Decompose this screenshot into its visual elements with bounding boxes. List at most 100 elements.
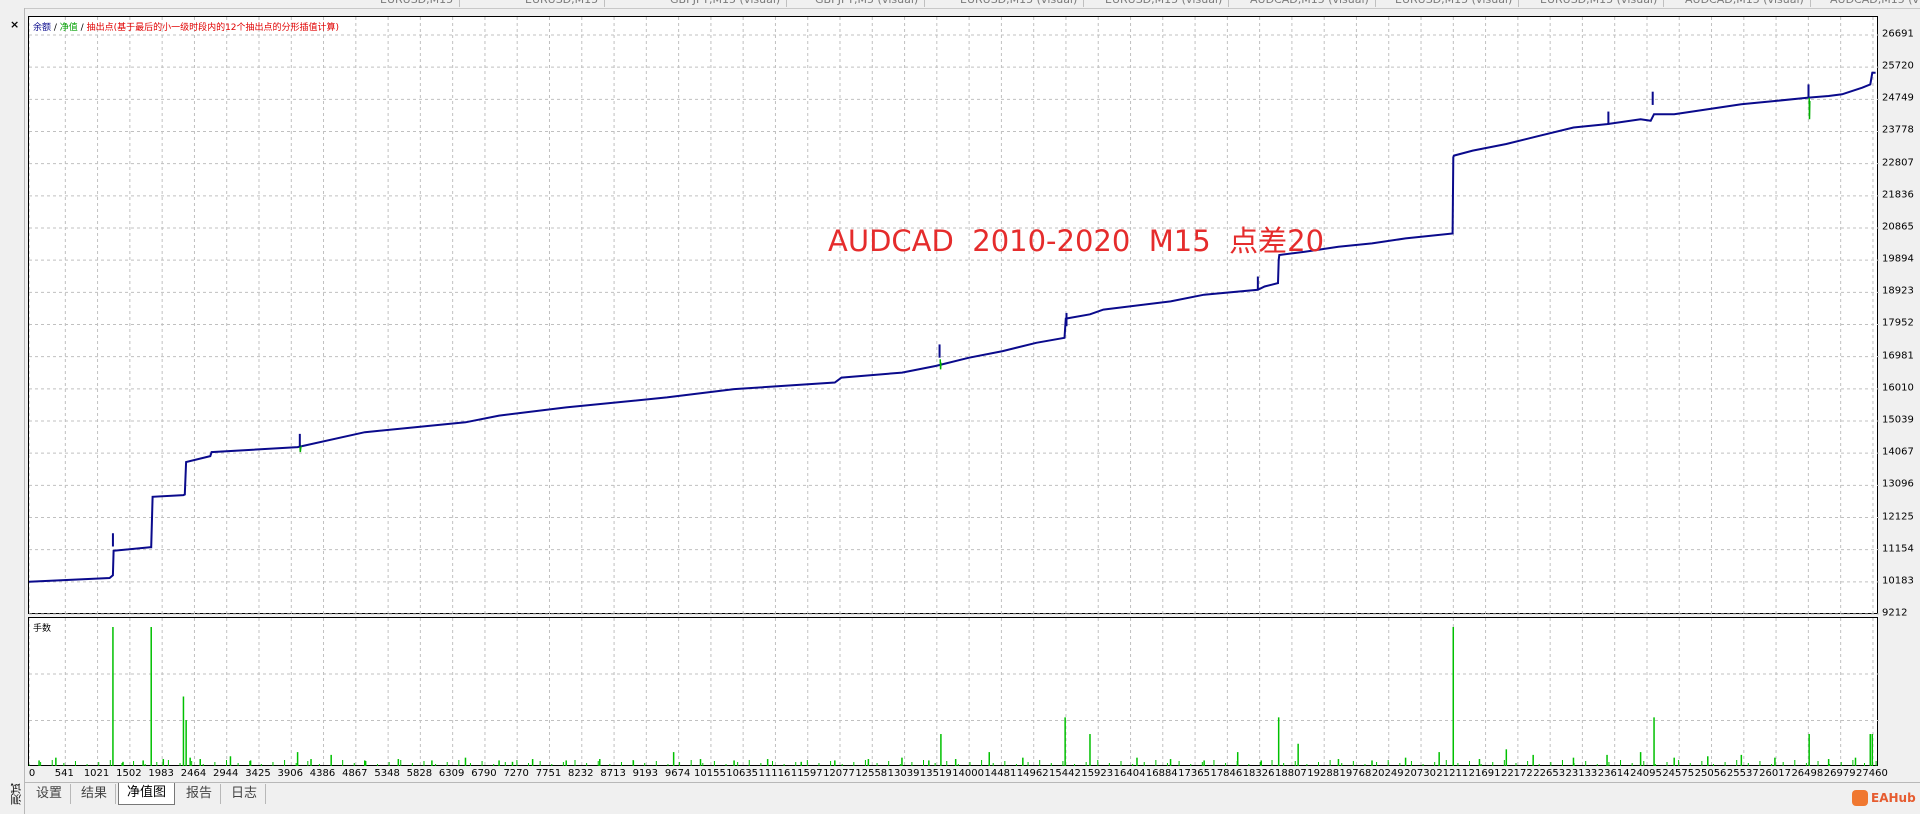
y-tick-label: 17952 xyxy=(1882,317,1914,329)
x-tick-label: 6790 xyxy=(471,768,497,779)
x-tick-label: 22653 xyxy=(1533,768,1566,779)
chart-tab[interactable]: EURUSD,M15 (visual) xyxy=(960,0,1085,7)
x-tick-label: 23614 xyxy=(1597,768,1630,779)
x-tick-label: 27460 xyxy=(1856,768,1888,779)
x-tick-label: 7270 xyxy=(503,768,529,779)
x-tick-label: 8232 xyxy=(568,768,594,779)
x-tick-label: 26498 xyxy=(1791,768,1824,779)
bottom-tabs: 设置 结果 净值图 报告 日志 xyxy=(24,782,1920,805)
chart-tab[interactable]: EURUSD,M15 (visual) xyxy=(1395,0,1520,7)
x-tick-label: 24575 xyxy=(1662,768,1695,779)
x-tick-label: 5348 xyxy=(374,768,400,779)
y-tick-label: 26691 xyxy=(1882,28,1914,40)
legend-equity: 净值 xyxy=(59,23,78,33)
close-icon[interactable]: × xyxy=(10,18,19,31)
y-tick-label: 23778 xyxy=(1882,124,1914,136)
x-tick-label: 20249 xyxy=(1371,768,1404,779)
x-tick-label: 12558 xyxy=(855,768,888,779)
x-tick-label: 11116 xyxy=(758,768,791,779)
y-tick-label: 22807 xyxy=(1882,157,1914,169)
x-tick-label: 9674 xyxy=(664,768,691,779)
y-tick-label: 14067 xyxy=(1882,446,1914,458)
x-tick-label: 15442 xyxy=(1049,768,1081,779)
chart-tab[interactable]: EURUSD,M15 xyxy=(380,0,461,7)
x-tick-label: 12077 xyxy=(823,768,855,779)
bottom-tab[interactable]: 日志 xyxy=(223,784,267,804)
y-tick-label: 25720 xyxy=(1882,60,1914,72)
x-tick-label: 21211 xyxy=(1436,768,1469,779)
x-tick-label: 18326 xyxy=(1242,768,1275,779)
x-tick-label: 16884 xyxy=(1145,768,1178,779)
y-tick-label: 13096 xyxy=(1882,478,1914,490)
balance-line xyxy=(29,71,1876,583)
x-tick-label: 2944 xyxy=(212,768,239,779)
chart-tab[interactable]: AUDCAD,M15 (visual) xyxy=(1250,0,1376,7)
chart-tab[interactable]: EURUSD,M15 (visual) xyxy=(1540,0,1665,7)
bottom-tab[interactable]: 净值图 xyxy=(118,783,176,805)
x-tick-label: 541 xyxy=(54,768,74,779)
y-tick-label: 10183 xyxy=(1882,575,1914,587)
x-tick-label: 13039 xyxy=(887,768,920,779)
x-tick-label: 17365 xyxy=(1178,768,1210,779)
volume-chart: 手数 xyxy=(28,617,1879,767)
x-tick-label: 6309 xyxy=(438,768,465,779)
x-tick-label: 18807 xyxy=(1274,768,1307,779)
legend-sep: / xyxy=(51,23,60,33)
x-tick-label: 19768 xyxy=(1339,768,1372,779)
side-panel-label: 测试 xyxy=(10,783,23,805)
chart-tab[interactable]: EURUSD,M15 (visual) xyxy=(1105,0,1230,7)
x-tick-label: 13519 xyxy=(919,768,952,779)
x-tick-label: 20730 xyxy=(1404,768,1436,779)
x-tick-label: 1502 xyxy=(116,768,142,779)
y-tick-label: 16010 xyxy=(1882,382,1914,394)
chart-annotation: AUDCAD 2010-2020 M15 点差20 xyxy=(828,224,1325,258)
y-tick-label: 19894 xyxy=(1882,253,1914,265)
x-tick-label: 1021 xyxy=(83,768,110,779)
x-tick-label: 16404 xyxy=(1113,768,1146,779)
x-tick-label: 22172 xyxy=(1500,768,1533,779)
x-tick-label: 2464 xyxy=(180,768,207,779)
volume-label: 手数 xyxy=(33,624,52,634)
chart-tab[interactable]: EURUSD,M15 xyxy=(525,0,606,7)
legend-balance: 余额 xyxy=(33,23,52,33)
x-tick-label: 21691 xyxy=(1468,768,1501,779)
chart-tab[interactable]: GBPJPY,M15 (visual) xyxy=(670,0,788,7)
x-tick-label: 8713 xyxy=(600,768,626,779)
equity-chart-svg xyxy=(29,17,1879,615)
x-tick-label: 3906 xyxy=(277,768,304,779)
x-tick-label: 11597 xyxy=(790,768,823,779)
x-tick-label: 17846 xyxy=(1210,768,1243,779)
y-tick-label: 20865 xyxy=(1882,221,1914,233)
x-tick-label: 4867 xyxy=(342,768,368,779)
y-tick-label: 15039 xyxy=(1882,414,1914,426)
x-tick-label: 26017 xyxy=(1759,768,1791,779)
watermark: EAHub xyxy=(1852,790,1916,806)
x-tick-label: 1983 xyxy=(148,768,174,779)
chart-tab[interactable]: AUDCAD,M15 (visual) xyxy=(1685,0,1811,7)
bottom-tab[interactable]: 设置 xyxy=(28,784,72,804)
chart-tab[interactable]: GBPJPY,M5 (visual) xyxy=(815,0,926,7)
volume-chart-svg xyxy=(28,618,1879,767)
y-tick-label: 16981 xyxy=(1882,350,1914,362)
x-tick-label: 9193 xyxy=(632,768,659,779)
bottom-tab[interactable]: 报告 xyxy=(178,784,222,804)
chart-tab[interactable]: AUDCAD,M15 (visual) xyxy=(1830,0,1920,7)
x-tick-label: 26979 xyxy=(1823,768,1856,779)
chart-tabs-strip: EURUSD,M15 EURUSD,M15 GBPJPY,M15 (visual) G… xyxy=(0,0,1920,9)
x-tick-label: 3425 xyxy=(245,768,271,779)
equity-spike xyxy=(1808,97,1811,120)
x-tick-label: 7751 xyxy=(535,768,562,779)
y-axis: 26691 25720 24749 23778 22807 21836 20865 19894… xyxy=(1878,16,1920,776)
x-tick-label: 23133 xyxy=(1565,768,1598,779)
x-tick-label: 25537 xyxy=(1726,768,1759,779)
chart-legend: 余额 / 净值 / 抽出点(基于最后的小一级时段内的12个抽出点的分形插值计算) xyxy=(33,20,339,33)
x-tick-label: 15923 xyxy=(1081,768,1114,779)
equity-chart: 余额 / 净值 / 抽出点(基于最后的小一级时段内的12个抽出点的分形插值计算) xyxy=(28,16,1879,615)
bottom-tab[interactable]: 结果 xyxy=(73,784,117,804)
legend-drawdown: 抽出点(基于最后的小一级时段内的12个抽出点的分形插值计算) xyxy=(86,23,340,33)
y-tick-label: 11154 xyxy=(1882,543,1914,555)
x-tick-label: 5828 xyxy=(406,768,433,779)
x-tick-label: 14000 xyxy=(952,768,984,779)
x-tick-label: 10155 xyxy=(694,768,726,779)
legend-sep: / xyxy=(77,23,87,33)
